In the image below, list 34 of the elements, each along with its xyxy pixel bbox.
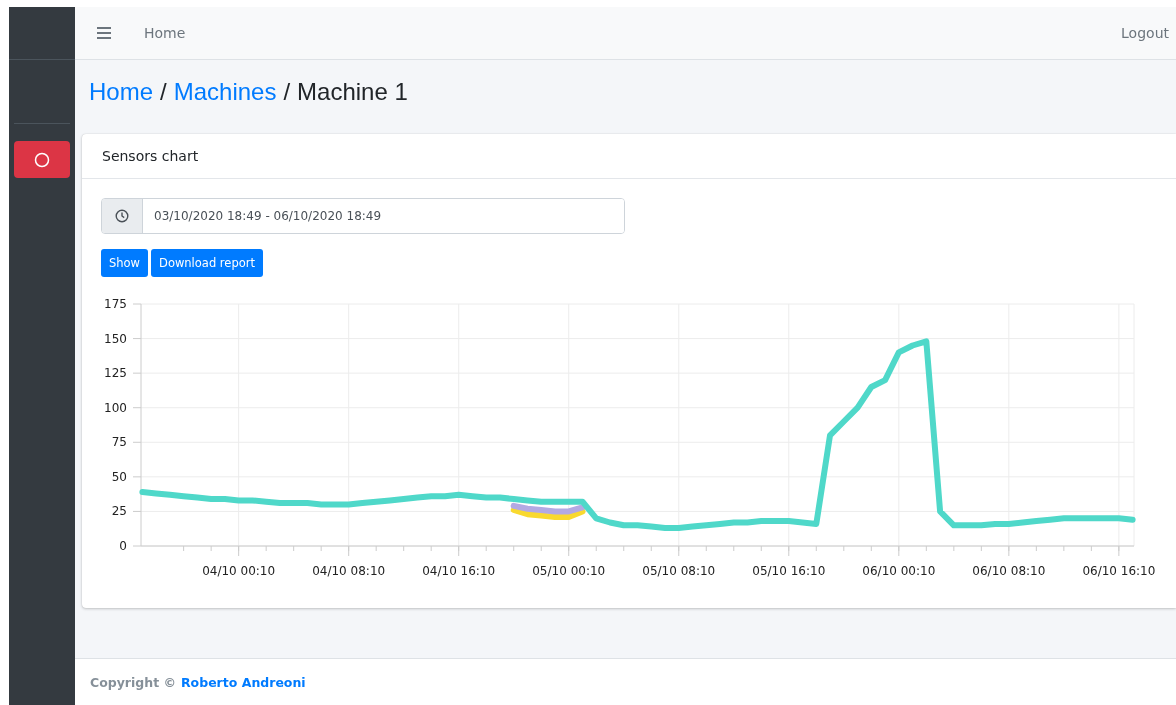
y-tick-label: 25 [111, 504, 127, 519]
card-title: Sensors chart [102, 148, 199, 164]
logout-link[interactable]: Logout [1121, 25, 1169, 41]
y-tick-label: 50 [111, 469, 127, 484]
y-tick-label: 0 [119, 539, 127, 553]
x-tick-label: 05/10 00:10 [532, 564, 606, 578]
copyright-text: Copyright © [90, 674, 176, 690]
y-tick-label: 150 [104, 331, 127, 346]
x-tick-label: 06/10 00:10 [862, 564, 936, 578]
y-tick-label: 75 [111, 435, 127, 450]
x-tick-label: 04/10 16:10 [422, 564, 496, 578]
date-range-field[interactable]: 03/10/2020 18:49 - 06/10/2020 18:49 [101, 198, 625, 234]
show-button[interactable]: Show [101, 249, 149, 277]
breadcrumb-separator: / [283, 78, 291, 106]
y-tick-label: 125 [104, 366, 127, 381]
x-tick-label: 05/10 08:10 [642, 564, 716, 578]
x-tick-label: 05/10 16:10 [752, 564, 826, 578]
y-tick-label: 175 [104, 297, 127, 311]
home-link[interactable]: Home [144, 25, 186, 41]
x-tick-label: 06/10 16:10 [1082, 564, 1156, 578]
author-link[interactable]: Roberto Andreoni [181, 674, 306, 690]
power-button[interactable] [14, 141, 70, 178]
x-tick-label: 06/10 08:10 [972, 564, 1046, 578]
menu-icon[interactable] [97, 27, 111, 39]
breadcrumb-current: Machine 1 [297, 78, 408, 106]
breadcrumb-link[interactable]: Machines [173, 78, 277, 106]
breadcrumb-separator: / [160, 78, 167, 106]
download-button[interactable]: Download report [151, 249, 263, 277]
circle-icon [34, 151, 50, 168]
x-tick-label: 04/10 08:10 [312, 564, 386, 578]
breadcrumb-link[interactable]: Home [89, 78, 154, 106]
clock-icon [115, 209, 129, 223]
x-tick-label: 04/10 00:10 [202, 564, 276, 578]
y-tick-label: 100 [104, 400, 127, 415]
